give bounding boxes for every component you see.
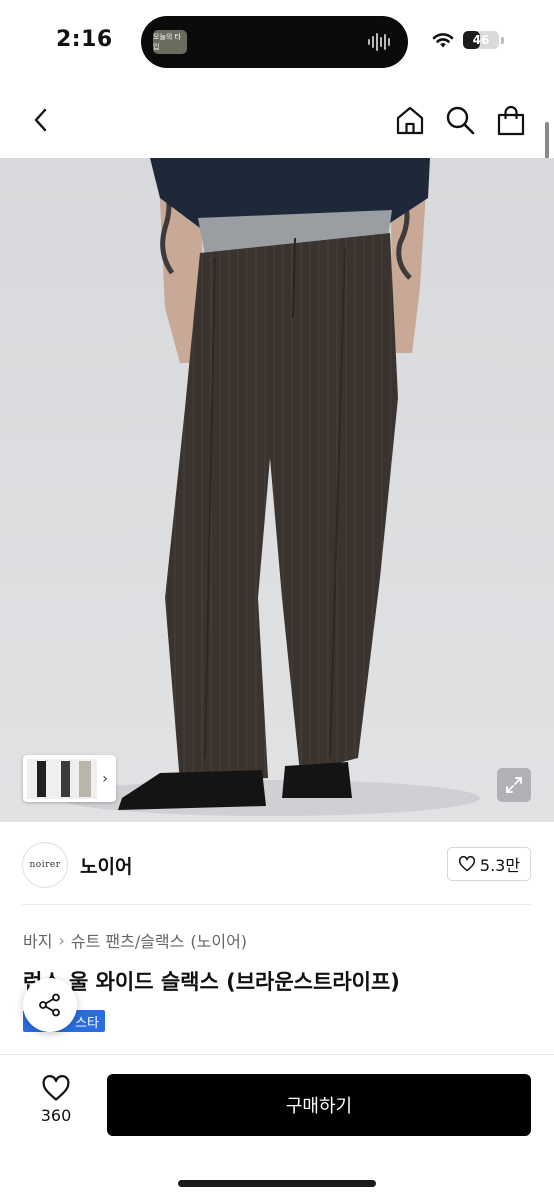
chevron-left-icon: [34, 108, 47, 132]
status-bar: 2:16 오늘의 타입 46: [0, 0, 554, 84]
brand-like-button[interactable]: 5.3만: [447, 847, 531, 881]
battery-level: 46: [472, 33, 490, 47]
home-icon: [396, 106, 424, 135]
product-title: 런스 울 와이드 슬랙스 (브라운스트라이프): [23, 970, 400, 994]
status-time: 2:16: [56, 27, 113, 52]
chevron-right-icon: ›: [102, 770, 108, 787]
buy-button[interactable]: 구매하기: [107, 1074, 531, 1136]
share-icon: [39, 993, 60, 1017]
dynamic-island[interactable]: 오늘의 타입: [141, 16, 408, 68]
wishlist-count: 360: [40, 1106, 72, 1125]
heart-icon: [458, 856, 475, 872]
battery-icon: 46: [463, 31, 499, 49]
breadcrumb-item[interactable]: 슈트 팬츠/슬랙스: [71, 928, 185, 952]
share-button[interactable]: [23, 978, 77, 1032]
heart-icon: [42, 1075, 70, 1101]
brand-row[interactable]: noirer 노이어 5.3만: [0, 822, 554, 906]
brand-name[interactable]: 노이어: [80, 852, 132, 879]
app-header: [0, 84, 554, 158]
breadcrumb-item[interactable]: (노이어): [190, 928, 247, 952]
back-button[interactable]: [24, 102, 58, 138]
divider: [22, 904, 531, 905]
gallery-thumbnails[interactable]: ›: [23, 755, 116, 802]
bottom-action-bar: 360 구매하기: [0, 1054, 554, 1200]
home-indicator[interactable]: [178, 1180, 376, 1187]
gallery-thumbnail: [27, 758, 97, 799]
wishlist-button[interactable]: 360: [30, 1075, 82, 1135]
thumbnail-image: [27, 758, 97, 799]
battery-tip: [501, 36, 504, 44]
search-button[interactable]: [443, 102, 477, 138]
product-photo: [0, 158, 554, 822]
expand-image-button[interactable]: [497, 768, 531, 802]
home-button[interactable]: [393, 102, 427, 138]
wifi-icon: [432, 33, 454, 48]
audio-wave-icon: [368, 33, 390, 51]
search-icon: [446, 106, 475, 135]
cart-button[interactable]: [494, 102, 528, 138]
expand-icon: [506, 777, 522, 793]
island-thumbnail: 오늘의 타입: [153, 30, 187, 54]
brand-logo[interactable]: noirer: [22, 842, 68, 888]
breadcrumb: 바지 › 슈트 팬츠/슬랙스 (노이어): [23, 928, 247, 952]
brand-like-count: 5.3만: [479, 856, 521, 875]
breadcrumb-separator-icon: ›: [58, 930, 65, 950]
breadcrumb-item[interactable]: 바지: [23, 928, 52, 952]
product-image[interactable]: ›: [0, 158, 554, 822]
status-icons: 46: [431, 31, 504, 49]
bag-icon: [497, 105, 525, 136]
